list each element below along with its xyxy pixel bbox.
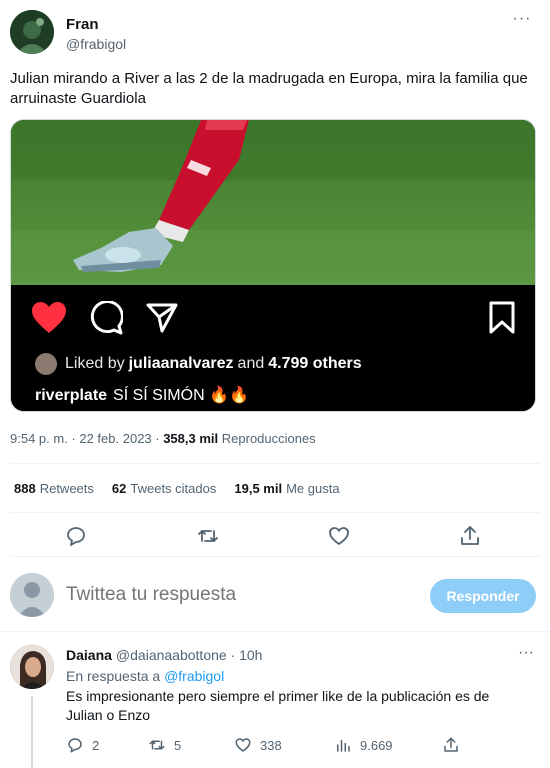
liked-prefix: Liked by bbox=[65, 355, 125, 372]
reply-text: Es impresionante pero siempre el primer … bbox=[66, 688, 490, 723]
tweet-time[interactable]: 9:54 p. m. · 22 feb. 2023 · bbox=[10, 431, 163, 446]
retweet-icon[interactable] bbox=[196, 524, 220, 548]
heart-icon[interactable] bbox=[31, 301, 67, 335]
reply-header: Daiana @daianaabottone · 10h bbox=[66, 647, 262, 663]
tweet-stats: 888 Retweets 62 Tweets citados 19,5 mil Me … bbox=[14, 481, 340, 496]
reply-share-action[interactable] bbox=[442, 736, 460, 754]
liked-middle: and bbox=[237, 355, 265, 372]
likes-stat[interactable]: 19,5 mil Me gusta bbox=[234, 481, 339, 496]
reply-replies-count: 2 bbox=[92, 737, 100, 753]
more-options-button[interactable]: ··· bbox=[510, 11, 534, 32]
send-icon[interactable] bbox=[145, 301, 179, 335]
thread-line bbox=[31, 696, 33, 768]
views-icon bbox=[337, 739, 350, 752]
tweet-meta: 9:54 p. m. · 22 feb. 2023 · 358,3 mil Re… bbox=[10, 431, 316, 446]
caption-text: SÍ SÍ SIMÓN 🔥🔥 bbox=[113, 387, 249, 404]
reply-input[interactable] bbox=[66, 584, 366, 606]
replying-to: En respuesta a @frabigol bbox=[66, 668, 224, 684]
reply-actions: 2 5 338 9.669 bbox=[66, 736, 466, 758]
tweet-text: Julian mirando a River a las 2 de la mad… bbox=[10, 70, 528, 107]
share-icon[interactable] bbox=[458, 524, 482, 548]
reply-retweets-count: 5 bbox=[174, 737, 182, 753]
reply-reply-action[interactable]: 2 bbox=[66, 736, 99, 754]
liked-by-line: Liked by juliaanalvarez and 4.799 others bbox=[35, 353, 366, 375]
author-avatar[interactable] bbox=[10, 10, 54, 54]
caption-user: riverplate bbox=[35, 387, 108, 404]
liked-user: juliaanalvarez bbox=[128, 355, 234, 372]
reply-views-count: 9.669 bbox=[360, 737, 393, 753]
reply-views-action[interactable]: 9.669 bbox=[334, 736, 393, 754]
divider bbox=[10, 512, 540, 513]
author-handle[interactable]: @frabigol bbox=[66, 36, 126, 52]
reply-retweet-action[interactable]: 5 bbox=[148, 736, 181, 754]
author-name[interactable]: Fran bbox=[66, 16, 99, 33]
reply-author-avatar[interactable] bbox=[10, 645, 54, 689]
retweet-icon bbox=[149, 740, 165, 750]
reply-composer: Responder bbox=[0, 560, 550, 632]
tweet-header: Fran @frabigol ··· bbox=[10, 10, 540, 56]
tweet-media[interactable]: Liked by juliaanalvarez and 4.799 others… bbox=[10, 119, 536, 412]
retweets-stat[interactable]: 888 Retweets bbox=[14, 481, 94, 496]
instagram-panel: Liked by juliaanalvarez and 4.799 others… bbox=[11, 285, 535, 411]
reply-button[interactable]: Responder bbox=[430, 579, 536, 613]
bookmark-icon[interactable] bbox=[487, 301, 517, 335]
views-label: Reproducciones bbox=[221, 431, 316, 446]
reply-icon bbox=[68, 738, 82, 753]
divider bbox=[10, 556, 540, 557]
comment-icon[interactable] bbox=[89, 301, 123, 335]
ig-caption: riverplate SÍ SÍ SIMÓN 🔥🔥 bbox=[35, 385, 249, 405]
tweet-actions bbox=[10, 520, 540, 550]
replying-prefix: En respuesta a bbox=[66, 668, 161, 684]
replying-to-link[interactable]: @frabigol bbox=[164, 668, 224, 684]
quotes-stat[interactable]: 62 Tweets citados bbox=[112, 481, 216, 496]
views-count: 358,3 mil bbox=[163, 431, 219, 446]
reply-author-name[interactable]: Daiana bbox=[66, 647, 112, 663]
share-icon bbox=[444, 737, 458, 752]
reply-like-action[interactable]: 338 bbox=[234, 736, 282, 754]
like-icon[interactable] bbox=[327, 524, 351, 548]
divider bbox=[10, 463, 540, 464]
football-photo bbox=[11, 120, 535, 286]
liker-avatar bbox=[35, 353, 57, 375]
user-avatar[interactable] bbox=[10, 573, 54, 617]
reply-likes-count: 338 bbox=[260, 737, 282, 753]
reply-icon[interactable] bbox=[64, 524, 88, 548]
like-icon bbox=[235, 738, 251, 752]
reply-author-handle-time[interactable]: @daianaabottone · 10h bbox=[116, 647, 263, 663]
liked-others: 4.799 others bbox=[268, 355, 362, 372]
reply-tweet[interactable]: Daiana @daianaabottone · 10h ··· En respu… bbox=[0, 640, 550, 768]
reply-more-options-button[interactable]: ··· bbox=[518, 644, 534, 662]
